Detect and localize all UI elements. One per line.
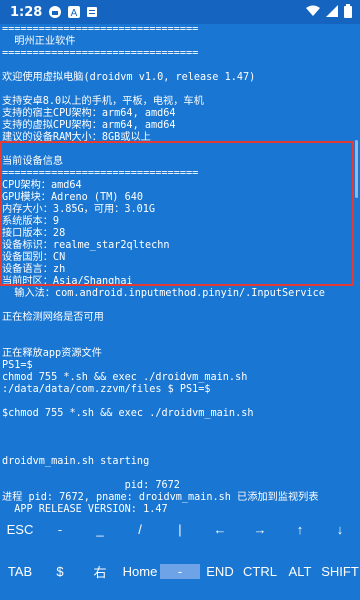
terminal-line: 当前设备信息: [2, 156, 64, 167]
key-row2-1[interactable]: $: [40, 564, 80, 579]
terminal-output[interactable]: ================================ 明州正业软件 =…: [0, 24, 360, 522]
terminal-line: CPU架构：amd64: [2, 180, 82, 191]
battery-icon: [344, 4, 352, 22]
status-right-icons: [306, 4, 352, 22]
terminal-line: $chmod 755 *.sh && exec ./droidvm_main.s…: [2, 408, 254, 419]
terminal-line: 当前时区：Asia/Shanghai: [2, 276, 133, 287]
extra-keys-row-1: ESC - _ / | ← → ↑ ↓: [0, 514, 360, 544]
key-row1-5[interactable]: ←: [200, 522, 240, 537]
key-row2-0[interactable]: TAB: [0, 564, 40, 579]
key-row2-8[interactable]: SHIFT: [320, 564, 360, 579]
key-row2-7[interactable]: ALT: [280, 564, 320, 579]
terminal-line: 设备标识：realme_star2qltechn: [2, 240, 170, 251]
key-row1-0[interactable]: ESC: [0, 522, 40, 537]
terminal-line: 设备语言：zh: [2, 264, 66, 275]
key-row1-7[interactable]: ↑: [280, 522, 320, 537]
a-letter-icon: A: [68, 6, 81, 18]
key-row1-1[interactable]: -: [40, 522, 80, 537]
terminal-line: 正在释放app资源文件: [2, 348, 102, 359]
terminal-line: GPU模块：Adreno (TM) 640: [2, 192, 143, 203]
extra-keys-bar: ESC - _ / | ← → ↑ ↓ TAB $ 右 Home - END CTRL ALT SHIFT: [0, 514, 360, 600]
key-row1-8[interactable]: ↓: [320, 522, 360, 537]
terminal-line: ================================: [2, 48, 199, 59]
key-row1-6[interactable]: →: [240, 522, 280, 537]
terminal-line: droidvm_main.sh starting: [2, 456, 150, 467]
terminal-line: 明州正业软件: [2, 36, 76, 47]
extra-keys-row-2: TAB $ 右 Home - END CTRL ALT SHIFT: [0, 556, 360, 586]
key-row2-6[interactable]: CTRL: [240, 564, 280, 579]
terminal-line: 系统版本：9: [2, 216, 60, 227]
key-row2-4[interactable]: -: [160, 563, 200, 579]
svg-text:A: A: [71, 8, 78, 18]
wifi-icon: [306, 5, 320, 21]
terminal-line: 输入法：com.android.inputmethod.pinyin/.Inpu…: [2, 288, 325, 299]
terminal-line: ================================: [2, 168, 199, 179]
terminal-line: 进程 pid: 7672, pname: droidvm_main.sh 已添加…: [2, 492, 319, 503]
terminal-line: 支持安卓8.0以上的手机，平板，电视，车机: [2, 96, 204, 107]
key-row1-3[interactable]: /: [120, 522, 160, 537]
terminal-scrollbar[interactable]: [355, 140, 358, 198]
terminal-line: 正在检测网络是否可用: [2, 312, 104, 323]
terminal-line: 支持的虚拟CPU架构：arm64, amd64: [2, 120, 176, 131]
key-row1-2[interactable]: _: [80, 522, 120, 537]
clipboard-icon: [86, 6, 98, 18]
terminal-line: chmod 755 *.sh && exec ./droidvm_main.sh: [2, 372, 248, 383]
status-time: 1:28: [10, 4, 43, 20]
cell-signal-icon: [326, 5, 338, 21]
terminal-line: 设备国别：CN: [2, 252, 66, 263]
android-icon: [48, 5, 62, 19]
terminal-line: 欢迎使用虚拟电脑(droidvm v1.0, release 1.47): [2, 72, 256, 83]
terminal-line: :/data/data/com.zzvm/files $ PS1=$: [2, 384, 211, 395]
terminal-line: pid: 7672: [2, 480, 180, 491]
terminal-line: PS1=$: [2, 360, 33, 371]
terminal-line: ================================: [2, 24, 199, 35]
key-row1-4[interactable]: |: [160, 522, 200, 537]
status-bar: 1:28 A: [0, 0, 360, 24]
terminal-line: 接口版本：28: [2, 228, 66, 239]
terminal-line: 内存大小：3.85G，可用：3.01G: [2, 204, 156, 215]
key-row2-3[interactable]: Home: [120, 564, 160, 579]
key-row2-2[interactable]: 右: [80, 562, 120, 581]
terminal-line: 建议的设备RAM大小：8GB或以上: [2, 132, 151, 143]
key-row2-5[interactable]: END: [200, 564, 240, 579]
terminal-line: 支持的宿主CPU架构：arm64, amd64: [2, 108, 176, 119]
